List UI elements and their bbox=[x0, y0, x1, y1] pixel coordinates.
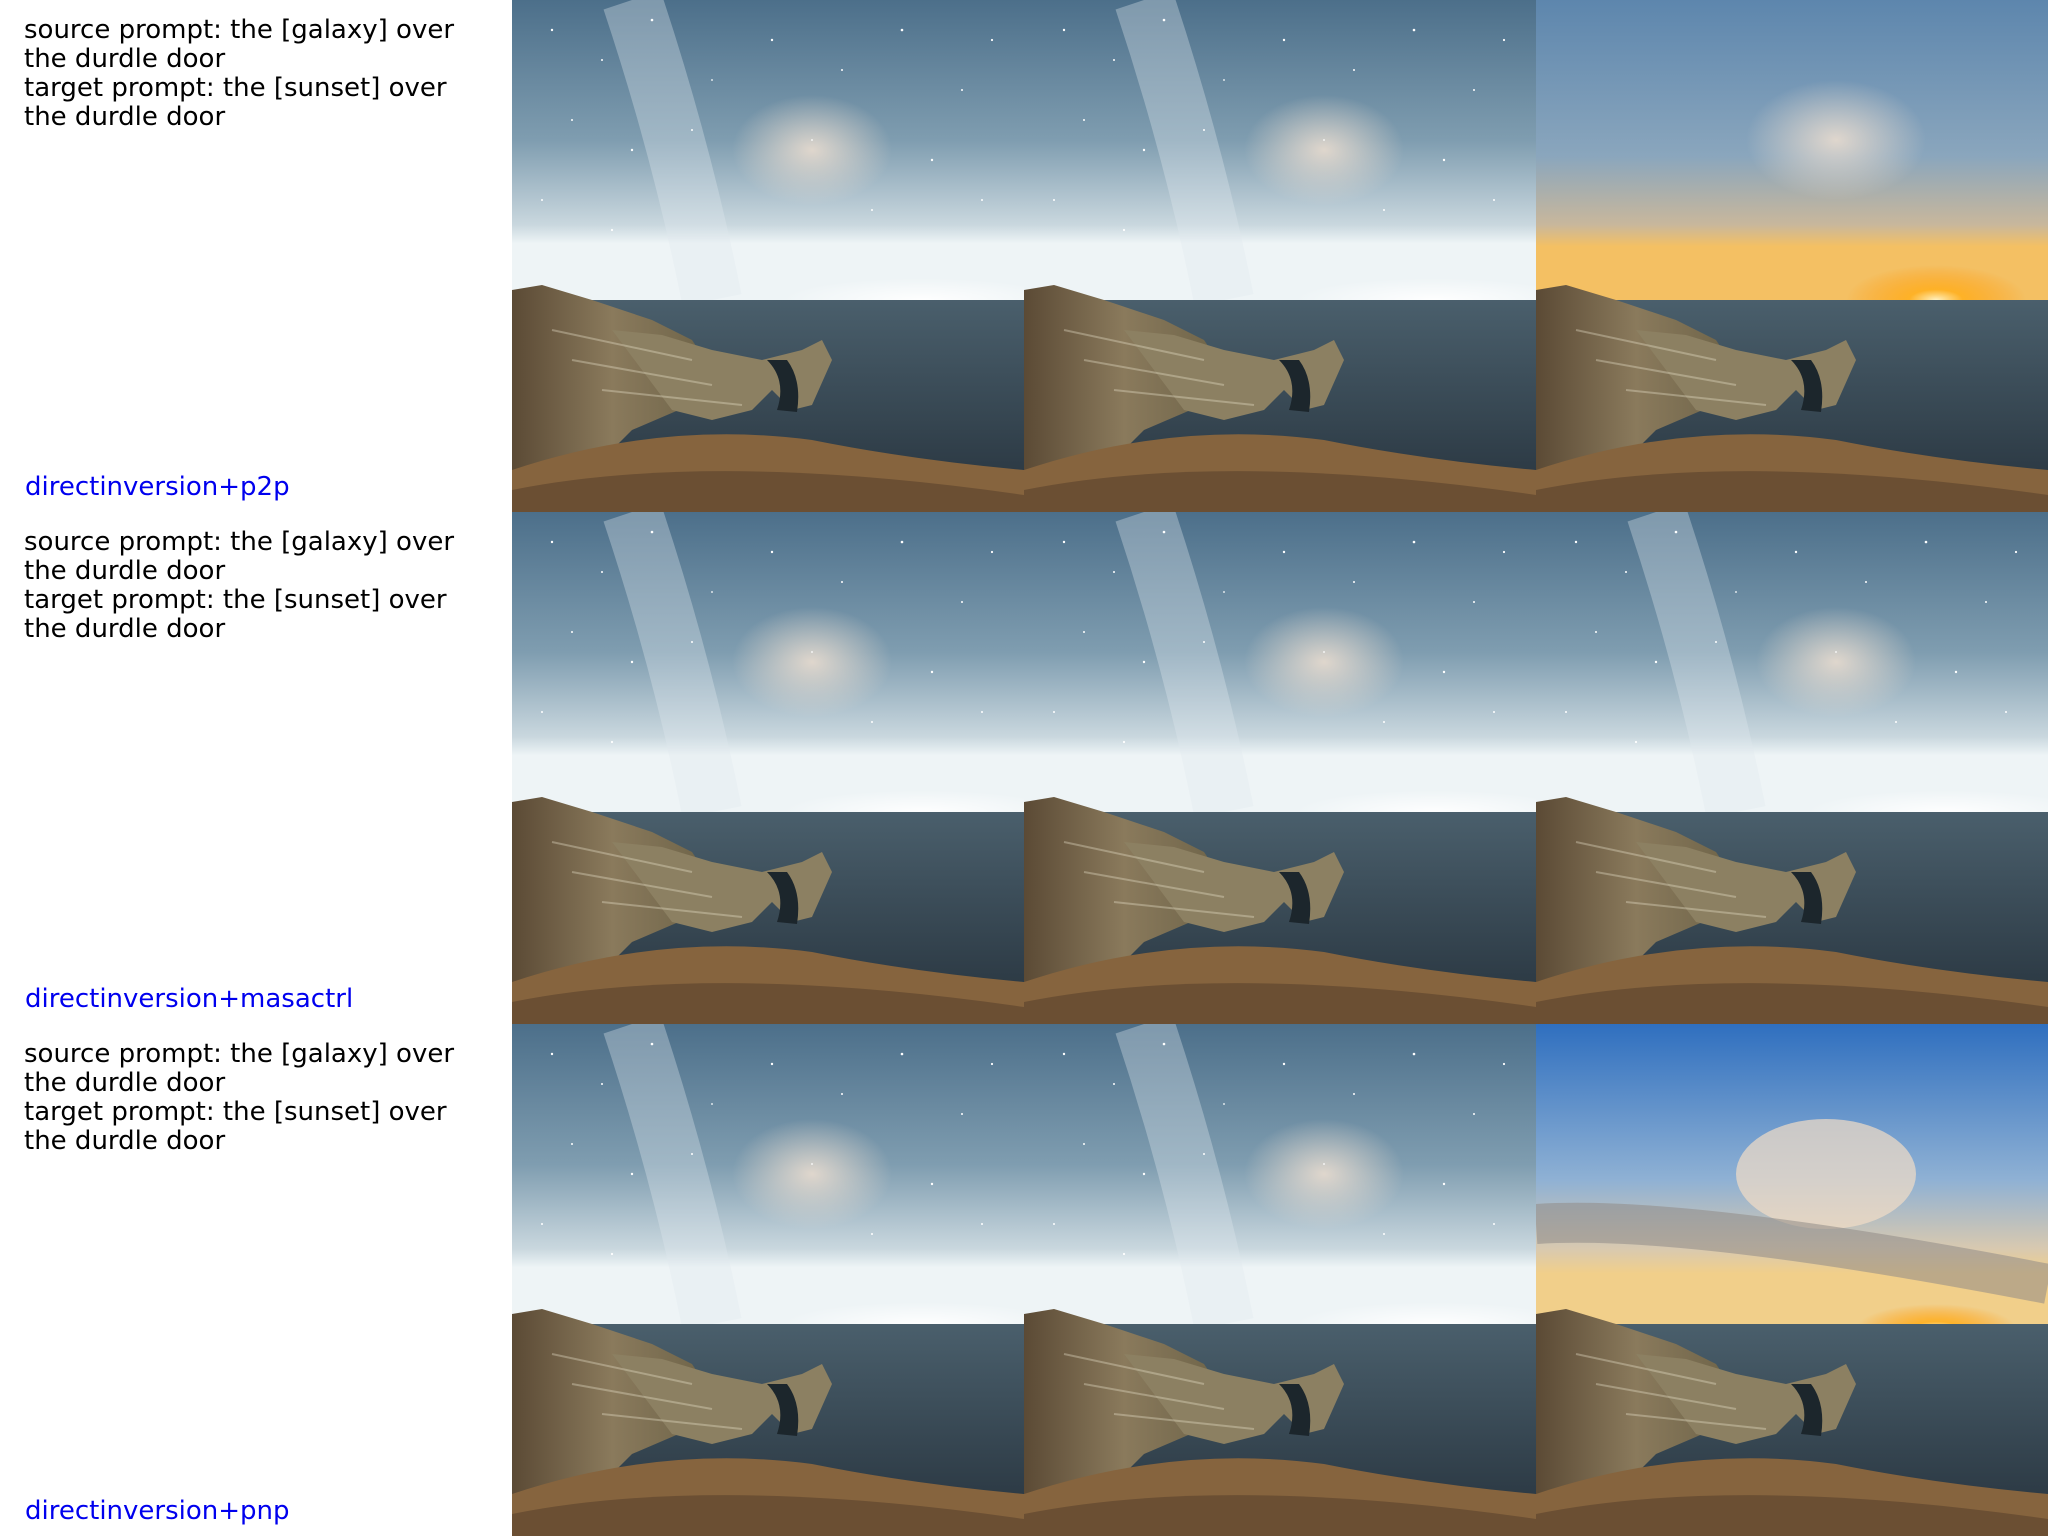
grid-row-2: source prompt: the [galaxy] over the dur… bbox=[0, 512, 2048, 1024]
source-prompt: source prompt: the [galaxy] over the dur… bbox=[24, 527, 455, 586]
source-image bbox=[512, 1024, 1024, 1536]
source-prompt: source prompt: the [galaxy] over the dur… bbox=[24, 1039, 455, 1098]
target-prompt: target prompt: the [sunset] over the dur… bbox=[24, 1097, 447, 1156]
edited-image bbox=[1536, 0, 2048, 512]
edited-image bbox=[1536, 1024, 2048, 1536]
method-label: directinversion+masactrl bbox=[25, 984, 354, 1014]
edited-image bbox=[1536, 512, 2048, 1024]
grid-row-3: source prompt: the [galaxy] over the dur… bbox=[0, 1024, 2048, 1536]
reconstruction-image bbox=[1024, 512, 1536, 1024]
source-image bbox=[512, 0, 1024, 512]
method-label: directinversion+pnp bbox=[25, 1496, 290, 1526]
reconstruction-image bbox=[1024, 1024, 1536, 1536]
prompt-text: source prompt: the [galaxy] over the dur… bbox=[24, 1040, 494, 1156]
target-prompt: target prompt: the [sunset] over the dur… bbox=[24, 585, 447, 644]
source-prompt: source prompt: the [galaxy] over the dur… bbox=[24, 15, 455, 74]
row-label-panel: source prompt: the [galaxy] over the dur… bbox=[0, 512, 512, 1024]
method-label: directinversion+p2p bbox=[25, 472, 290, 502]
comparison-grid: source prompt: the [galaxy] over the dur… bbox=[0, 0, 2048, 1536]
prompt-text: source prompt: the [galaxy] over the dur… bbox=[24, 16, 494, 132]
grid-row-1: source prompt: the [galaxy] over the dur… bbox=[0, 0, 2048, 512]
target-prompt: target prompt: the [sunset] over the dur… bbox=[24, 73, 447, 132]
prompt-text: source prompt: the [galaxy] over the dur… bbox=[24, 528, 494, 644]
row-label-panel: source prompt: the [galaxy] over the dur… bbox=[0, 0, 512, 512]
reconstruction-image bbox=[1024, 0, 1536, 512]
row-label-panel: source prompt: the [galaxy] over the dur… bbox=[0, 1024, 512, 1536]
source-image bbox=[512, 512, 1024, 1024]
